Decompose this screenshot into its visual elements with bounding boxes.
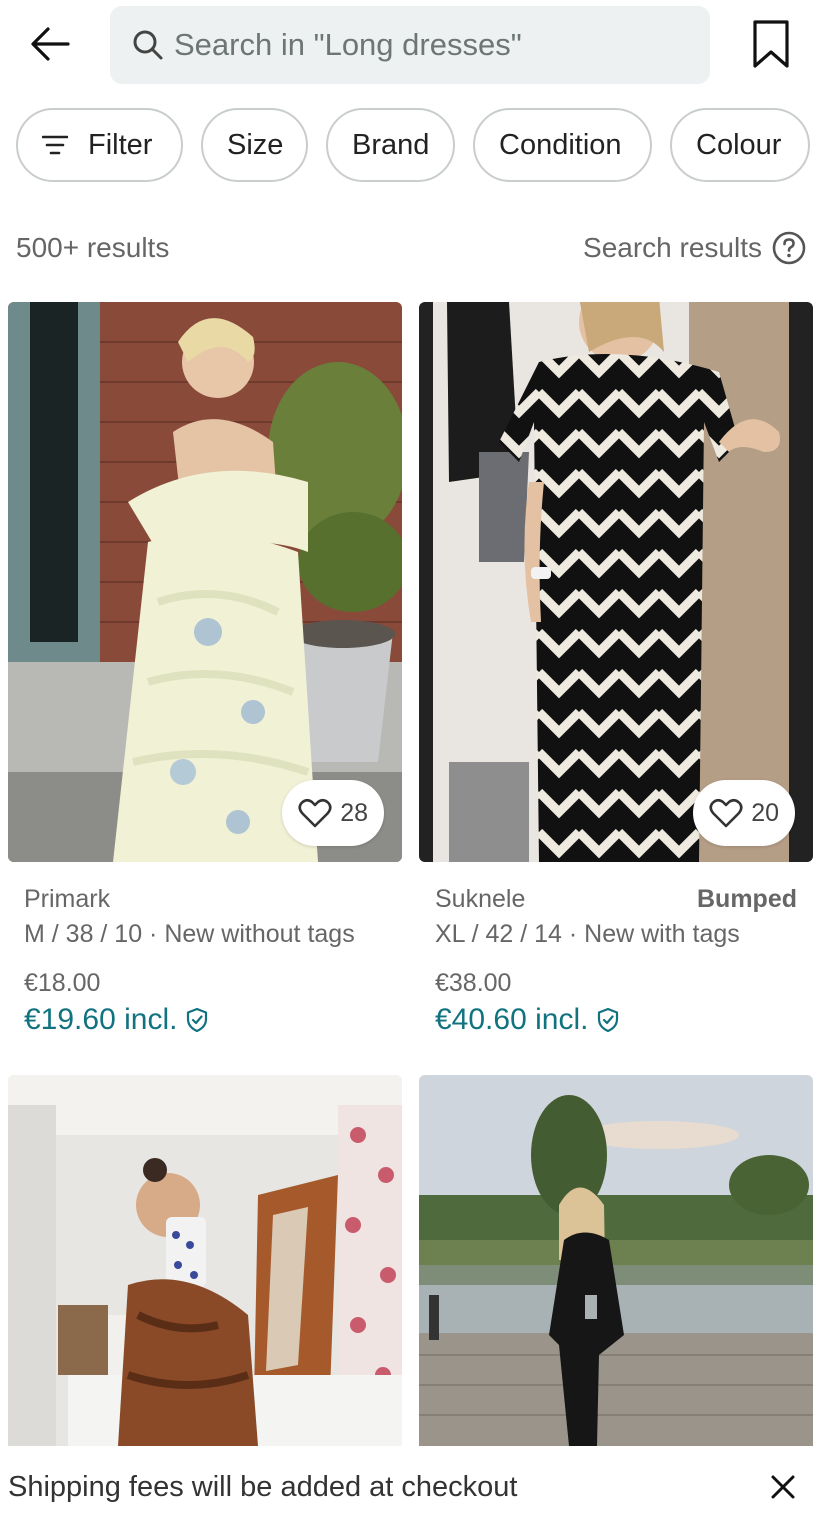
results-count: 500+ results — [16, 232, 170, 263]
heart-icon — [298, 798, 332, 828]
search-input[interactable] — [174, 27, 674, 63]
arrow-left-icon — [31, 27, 70, 61]
question-circle-icon — [772, 231, 806, 265]
item-price: €18.00 — [24, 969, 101, 997]
close-banner-button[interactable] — [762, 1466, 804, 1508]
item-price-incl[interactable]: €40.60 incl. — [435, 1000, 797, 1040]
shipping-banner: Shipping fees will be added at checkout — [0, 1446, 822, 1528]
item-card[interactable] — [8, 1075, 402, 1446]
filter-chips: Filter Size Brand Condition Colour — [16, 108, 810, 184]
item-photo-image — [419, 302, 813, 862]
item-price: €38.00 — [435, 969, 512, 997]
item-photo[interactable] — [419, 1075, 813, 1446]
bumped-badge: Bumped — [697, 884, 797, 913]
close-icon — [771, 1475, 795, 1499]
item-photo-image — [8, 302, 402, 862]
condition-chip[interactable]: Condition — [473, 108, 652, 182]
search-bar[interactable] — [110, 6, 710, 84]
item-photo[interactable] — [8, 1075, 402, 1446]
item-card[interactable] — [419, 1075, 813, 1446]
colour-chip[interactable]: Colour — [670, 108, 810, 182]
results-row: 500+ results Search results — [16, 226, 806, 270]
item-price-incl-label: €40.60 incl. — [435, 1003, 589, 1036]
brand-chip[interactable]: Brand — [326, 108, 455, 182]
item-photo-image — [8, 1075, 402, 1446]
colour-chip-label: Colour — [696, 128, 782, 161]
favourite-button[interactable]: 20 — [693, 780, 795, 846]
item-price-incl[interactable]: €19.60 incl. — [24, 1000, 386, 1040]
shield-check-icon — [185, 1007, 209, 1033]
top-bar — [0, 0, 822, 92]
heart-icon — [709, 798, 743, 828]
back-button[interactable] — [24, 18, 76, 70]
item-details: M / 38 / 10 · New without tags — [24, 920, 355, 948]
size-chip-label: Size — [227, 128, 284, 161]
save-search-button[interactable] — [744, 14, 798, 74]
brand-chip-label: Brand — [352, 128, 430, 161]
search-icon — [132, 28, 166, 62]
favourite-count: 28 — [340, 798, 368, 827]
shipping-banner-message: Shipping fees will be added at checkout — [8, 1470, 518, 1503]
item-meta: Primark M / 38 / 10 · New without tags €… — [8, 862, 402, 1040]
search-results-label: Search results — [583, 232, 762, 263]
favourite-button[interactable]: 28 — [282, 780, 384, 846]
item-photo-image — [419, 1075, 813, 1446]
condition-chip-label: Condition — [499, 128, 622, 161]
item-photo[interactable]: 20 — [419, 302, 813, 862]
shield-check-icon — [596, 1007, 620, 1033]
filter-chip[interactable]: Filter — [16, 108, 183, 182]
search-results-info-button[interactable]: Search results — [583, 231, 806, 265]
favourite-count: 20 — [751, 798, 779, 827]
item-details: XL / 42 / 14 · New with tags — [435, 920, 740, 948]
filter-chip-label: Filter — [88, 128, 153, 161]
item-card[interactable]: 20 Suknele Bumped XL / 42 / 14 · New wit… — [419, 302, 813, 1040]
size-chip[interactable]: Size — [201, 108, 308, 182]
bookmark-icon — [753, 20, 789, 68]
item-meta: Suknele Bumped XL / 42 / 14 · New with t… — [419, 862, 813, 1040]
item-brand: Primark — [24, 884, 111, 913]
filter-lines-icon — [42, 135, 68, 155]
item-brand: Suknele — [435, 884, 526, 913]
item-card[interactable]: 28 Primark M / 38 / 10 · New without tag… — [8, 302, 402, 1040]
item-price-incl-label: €19.60 incl. — [24, 1003, 178, 1036]
item-photo[interactable]: 28 — [8, 302, 402, 862]
